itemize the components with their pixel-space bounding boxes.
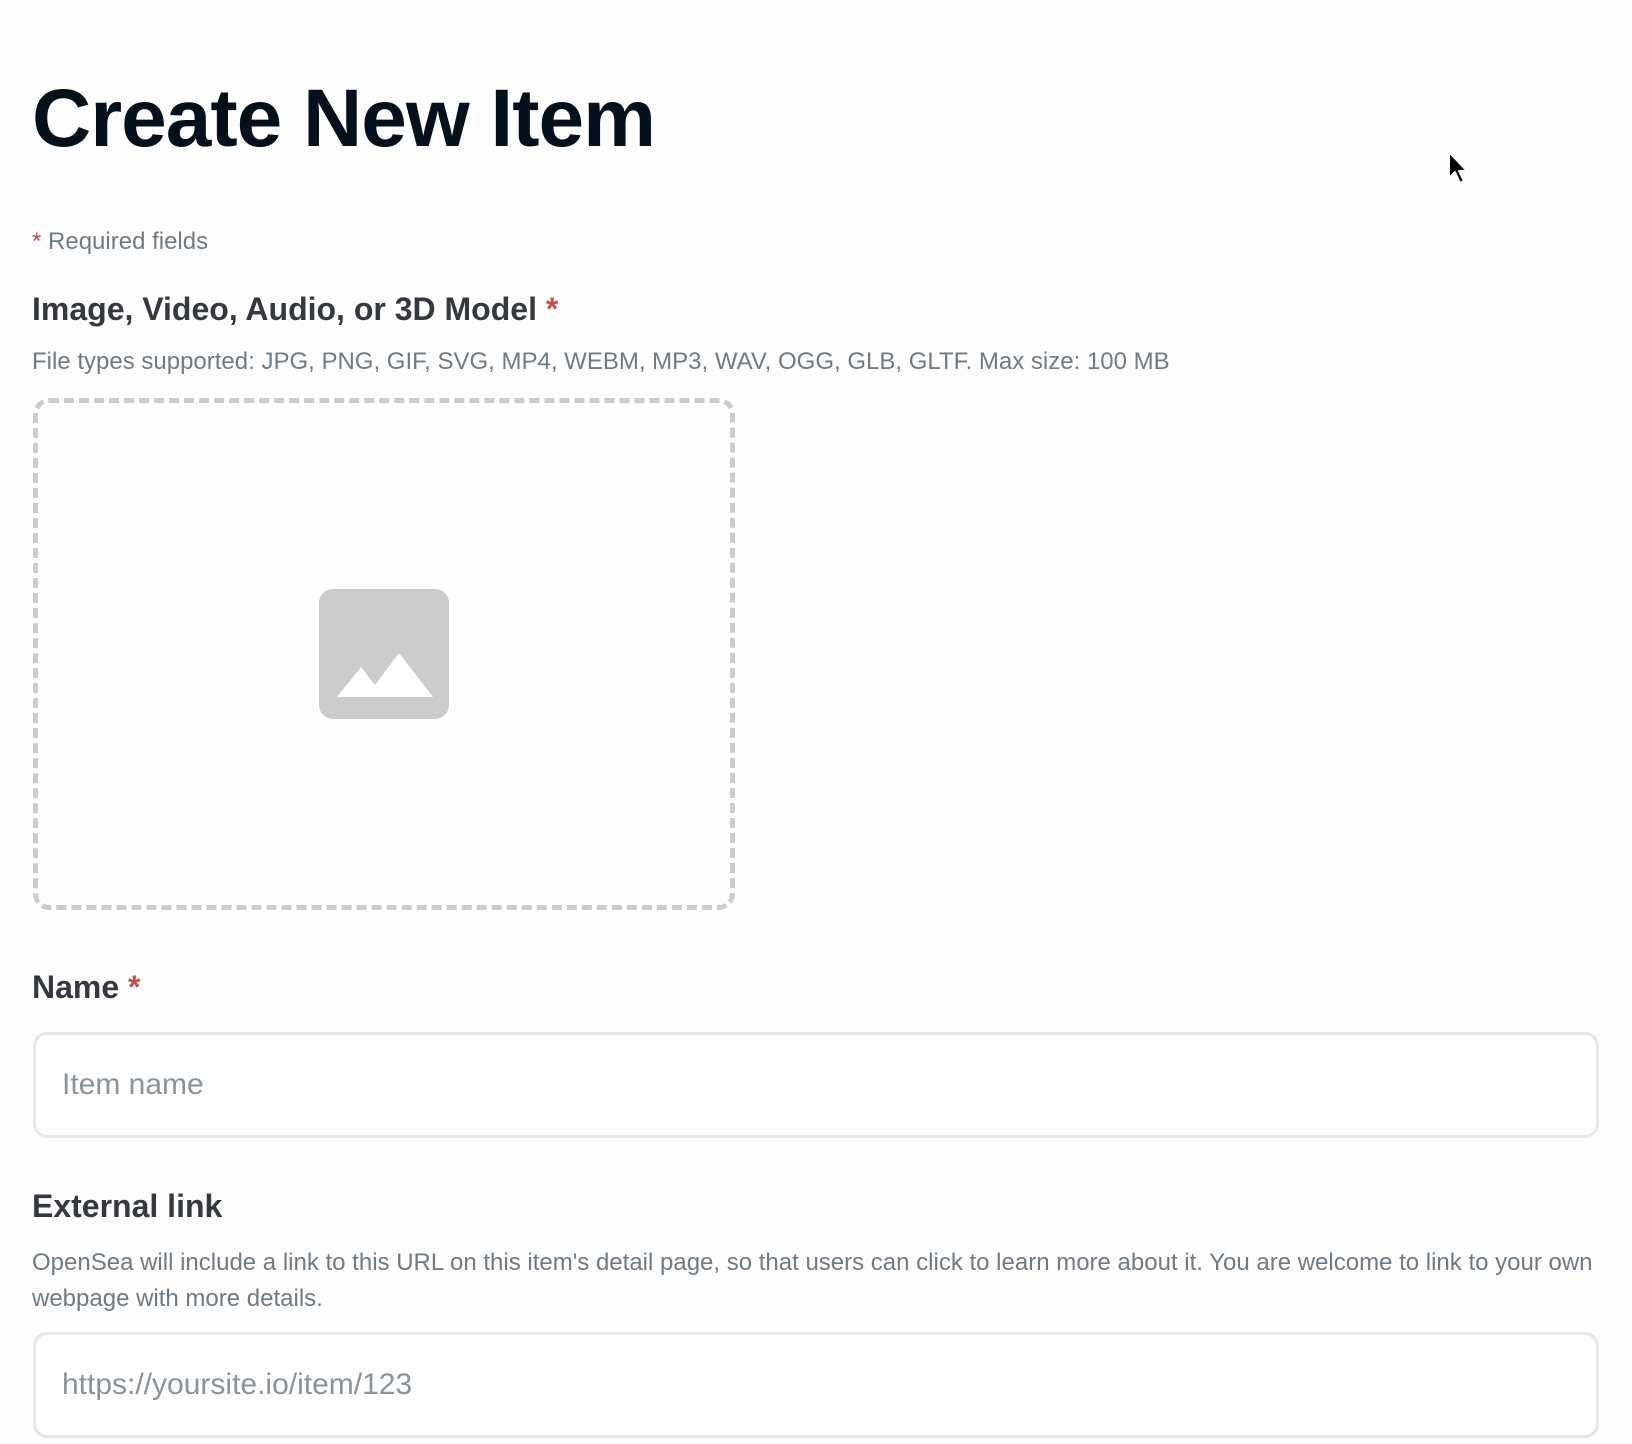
external-link-help-text: OpenSea will include a link to this URL …: [32, 1249, 1593, 1312]
required-note-text: Required fields: [48, 228, 209, 255]
external-link-input[interactable]: [33, 1332, 1599, 1438]
mouse-pointer-icon: [1448, 151, 1468, 184]
media-label: Image, Video, Audio, or 3D Model *: [32, 291, 558, 328]
page-title: Create New Item: [32, 73, 656, 164]
item-name-input[interactable]: [33, 1032, 1599, 1138]
create-item-page: Create New Item * Required fields Image,…: [0, 0, 1632, 1444]
media-upload-dropzone[interactable]: [33, 398, 735, 910]
media-required-mark: *: [545, 291, 559, 327]
required-asterisk: *: [32, 228, 42, 255]
required-fields-note: * Required fields: [32, 228, 208, 256]
image-placeholder-icon: [319, 589, 449, 719]
name-required-mark: *: [128, 969, 141, 1005]
media-label-text: Image, Video, Audio, or 3D Model: [32, 291, 537, 327]
media-help-text: File types supported: JPG, PNG, GIF, SVG…: [32, 348, 1170, 375]
name-label-text: Name: [32, 969, 120, 1005]
name-label: Name *: [32, 969, 141, 1006]
external-link-label: External link: [32, 1188, 223, 1224]
